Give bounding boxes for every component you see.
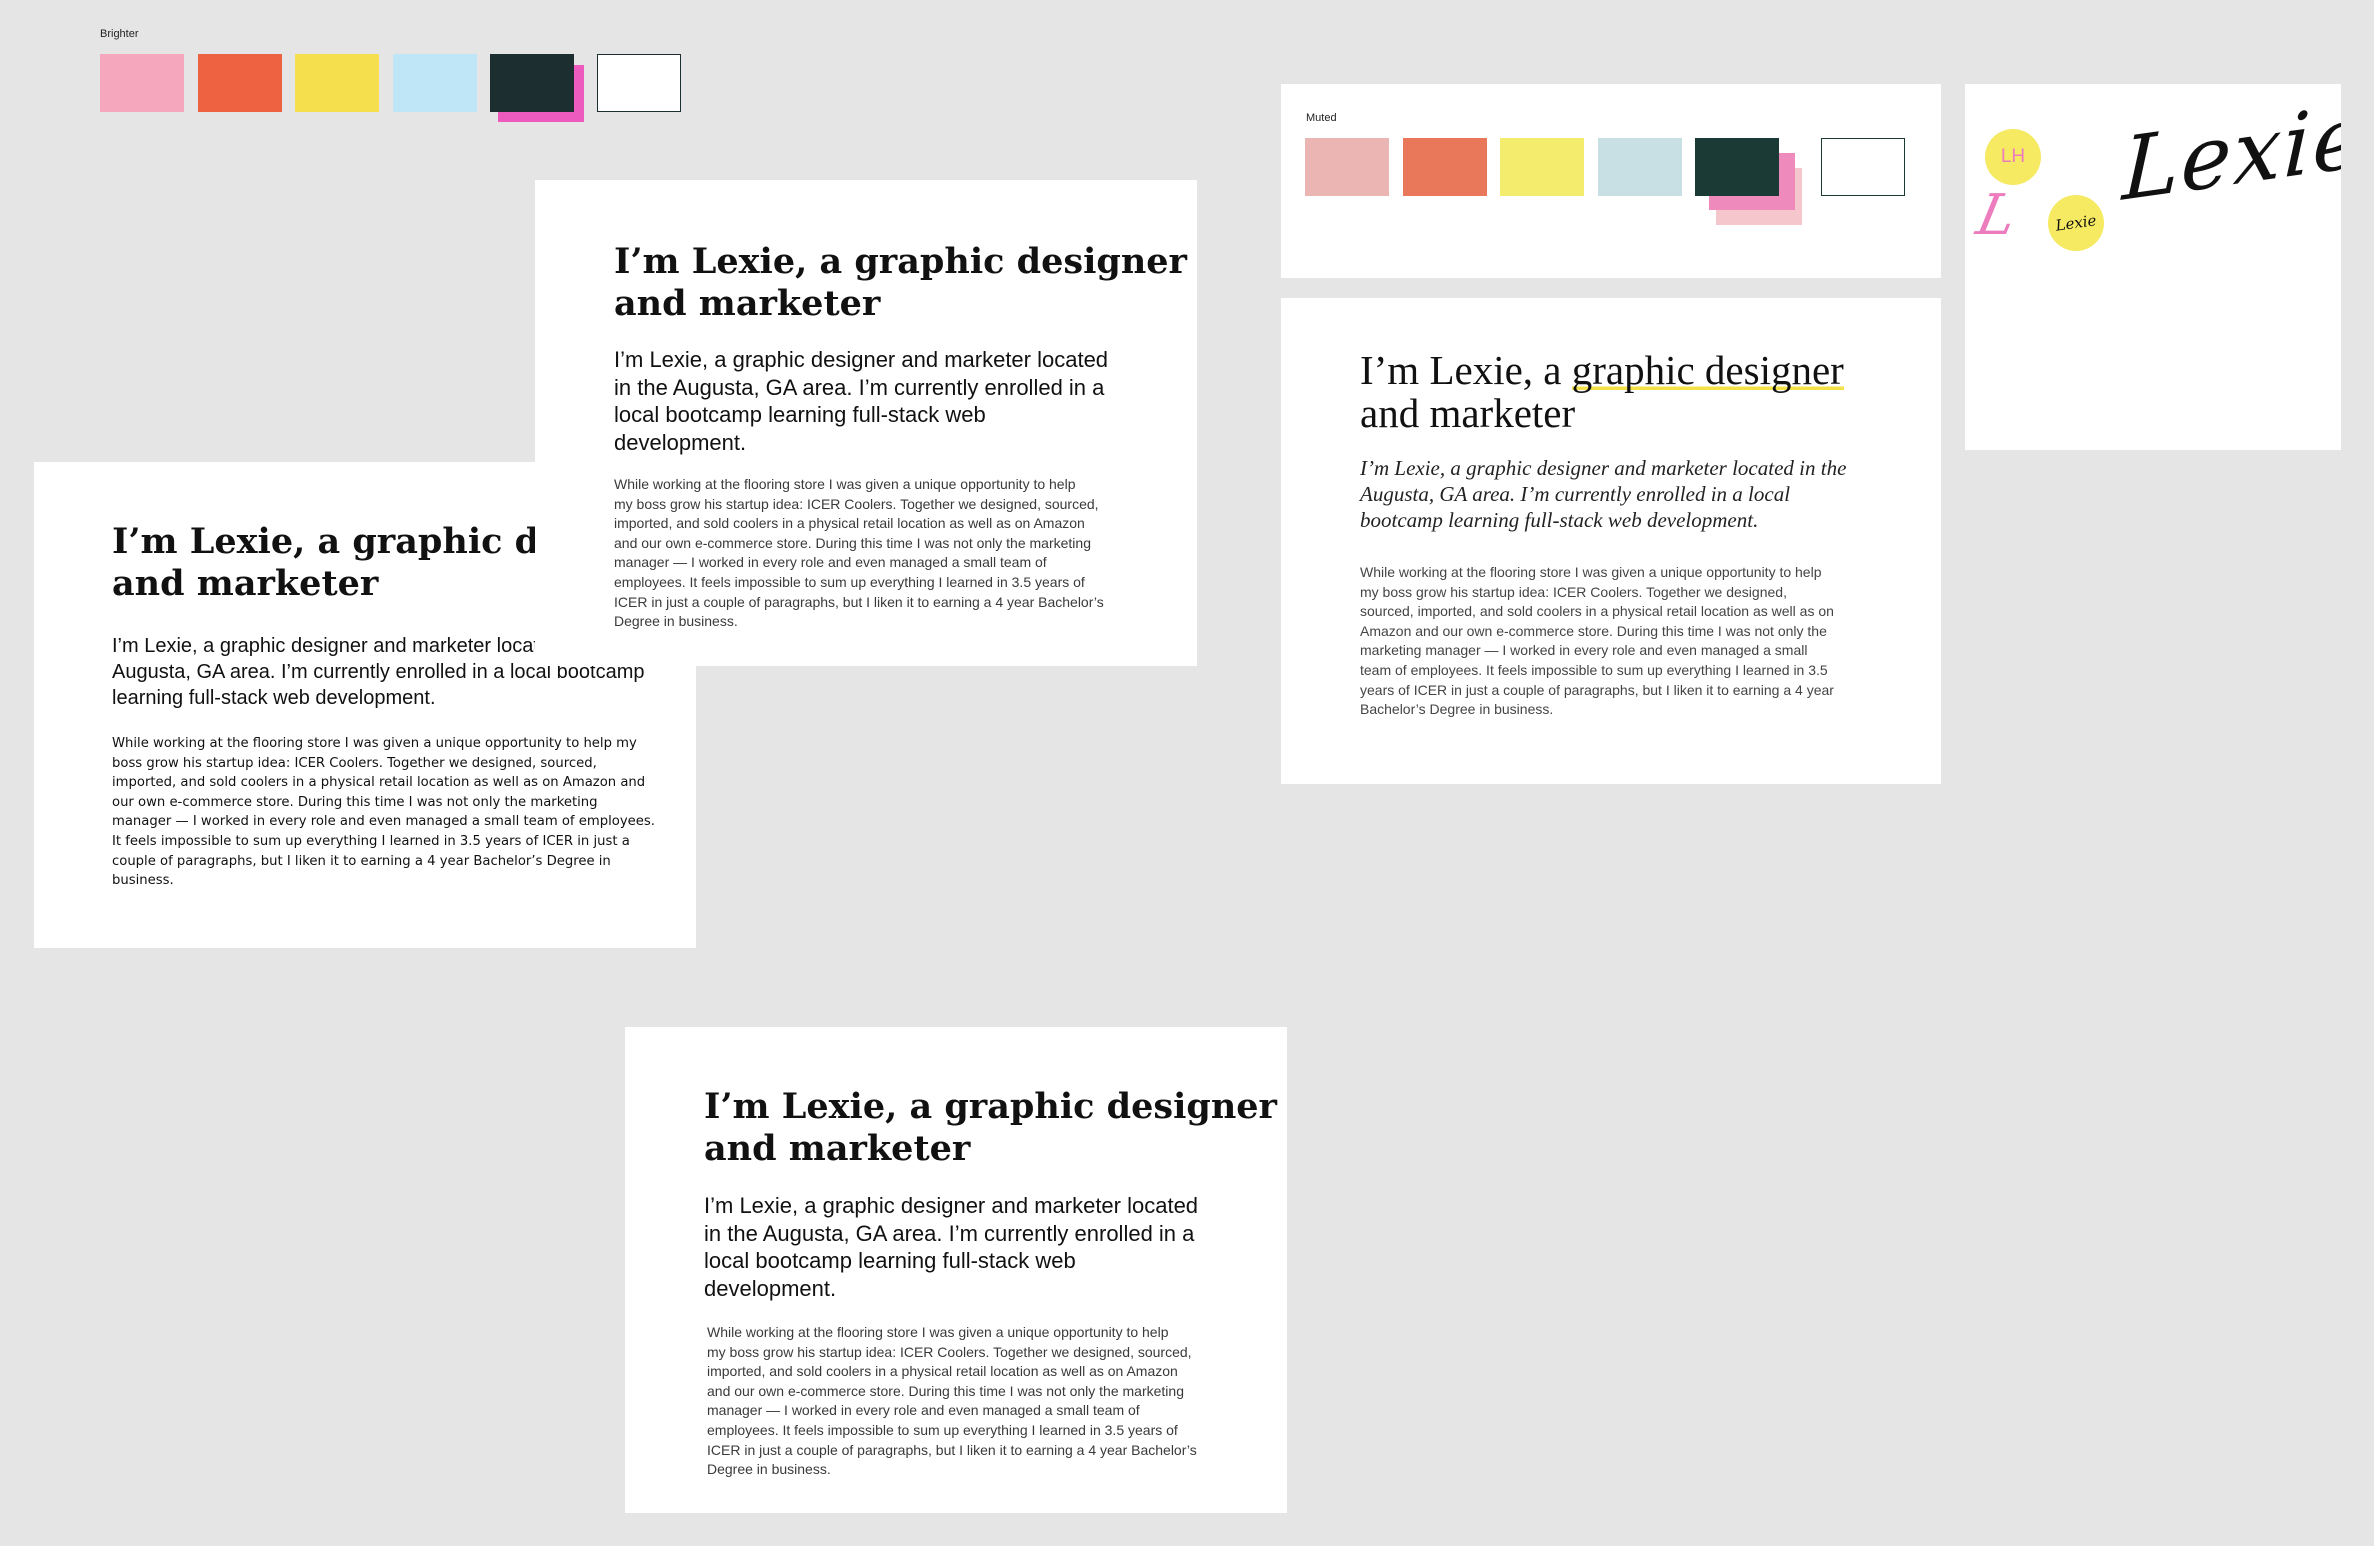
muted-swatch-orange[interactable]	[1403, 138, 1487, 196]
card-a-overlay-lead-line: I’m Lexie, a graphic designer and market…	[614, 347, 1109, 372]
card-c-headline: I’m Lexie, a graphic designer and market…	[1360, 347, 1844, 436]
type-specimen-card-c[interactable]: I’m Lexie, a graphic designer and market…	[1281, 298, 1941, 784]
card-d-body-line: employees. It feels impossible to sum up…	[707, 1421, 1178, 1438]
card-d-lead-line: local bootcamp learning full-stack web	[704, 1248, 1076, 1273]
card-c-lead: I’m Lexie, a graphic designer and market…	[1360, 455, 1846, 533]
card-c-headline-line-2: and marketer	[1360, 390, 1576, 436]
card-a-overlay-body-line: imported, and sold coolers in a physical…	[614, 515, 1085, 532]
muted-swatch-yellow[interactable]	[1500, 138, 1584, 196]
card-a-overlay-body-line: ICER in just a couple of paragraphs, but…	[614, 593, 1104, 610]
card-d-body-line: Degree in business.	[707, 1461, 831, 1478]
card-b-lead-line: learning full-stack web development.	[112, 687, 436, 709]
card-c-lead-line: bootcamp learning full-stack web develop…	[1360, 508, 1759, 532]
muted-palette-label: Muted	[1306, 112, 1337, 124]
lexie-wordmark: Lexie	[2120, 85, 2341, 222]
card-b-body-line: our own e-commerce store. During this ti…	[112, 794, 598, 810]
card-a-overlay-body-line: employees. It feels impossible to sum up…	[614, 573, 1085, 590]
card-d-lead: I’m Lexie, a graphic designer and market…	[704, 1192, 1198, 1302]
card-a-overlay-body: While working at the flooring store I wa…	[614, 475, 1104, 632]
card-a-overlay-lead-line: development.	[614, 429, 747, 455]
card-a-overlay-body-line: While working at the flooring store I wa…	[614, 476, 1076, 492]
card-b-body-line: business.	[112, 873, 174, 889]
muted-palette-card[interactable]: Muted	[1281, 84, 1941, 278]
card-a-overlay-headline-line-2: and marketer	[614, 283, 881, 324]
type-specimen-card-d[interactable]: I’m Lexie, a graphic designer and market…	[625, 1027, 1287, 1513]
card-a-overlay-body-line: Degree in business.	[614, 613, 738, 630]
card-c-body: While working at the flooring store I wa…	[1360, 563, 1834, 720]
brighter-swatch-pink[interactable]	[100, 54, 184, 112]
script-initial-mark: L	[1971, 183, 2023, 248]
card-a-overlay-lead: I’m Lexie, a graphic designer and market…	[614, 346, 1108, 456]
card-d-body: While working at the flooring store I wa…	[707, 1323, 1197, 1480]
card-a-overlay-lead-line: local bootcamp learning full-stack web	[614, 402, 986, 427]
card-d-body-line: and our own e-commerce store. During thi…	[707, 1382, 1184, 1399]
card-b-body: While working at the flooring store I wa…	[112, 734, 655, 891]
muted-swatch-dark-green[interactable]	[1695, 138, 1779, 196]
card-a-overlay-lead-line: in the Augusta, GA area. I’m currently e…	[614, 374, 1105, 400]
card-d-body-line: ICER in just a couple of paragraphs, but…	[707, 1441, 1197, 1458]
card-d-lead-line: in the Augusta, GA area. I’m currently e…	[704, 1220, 1195, 1246]
card-a-overlay-body-line: my boss grow his startup idea: ICER Cool…	[614, 495, 1099, 512]
muted-swatch-white[interactable]	[1821, 138, 1905, 196]
brighter-swatch-orange[interactable]	[198, 54, 282, 112]
muted-swatch-pink[interactable]	[1305, 138, 1389, 196]
brighter-swatch-white[interactable]	[597, 54, 681, 112]
card-b-body-line: manager — I worked in every role and eve…	[112, 814, 655, 830]
card-b-headline-line-2: and marketer	[112, 563, 379, 604]
card-c-body-line: sourced, imported, and sold coolers in a…	[1360, 603, 1834, 620]
card-c-body-line: Amazon and our own e-commerce store. Dur…	[1360, 622, 1827, 639]
brighter-palette-label: Brighter	[100, 28, 139, 40]
card-b-body-line: It feels impossible to sum up everything…	[112, 833, 630, 849]
card-d-headline: I’m Lexie, a graphic designer and market…	[704, 1086, 1277, 1170]
card-c-headline-line-1: I’m Lexie, a graphic designer	[1360, 347, 1844, 393]
card-a-overlay-headline-line-1: I’m Lexie, a graphic designer	[614, 241, 1187, 282]
brighter-swatch-yellow[interactable]	[295, 54, 379, 112]
card-c-body-line: years of ICER in just a couple of paragr…	[1360, 681, 1834, 698]
card-d-body-line: manager — I worked in every role and eve…	[707, 1402, 1140, 1419]
card-a-overlay-body-line: and our own e-commerce store. During thi…	[614, 534, 1091, 551]
brighter-swatch-light-blue[interactable]	[393, 54, 477, 112]
logo-card[interactable]: LH L Lexie Lexie	[1965, 84, 2341, 450]
card-d-lead-line: development.	[704, 1275, 837, 1301]
card-d-headline-line-2: and marketer	[704, 1128, 971, 1169]
card-d-headline-line-1: I’m Lexie, a graphic designer	[704, 1086, 1277, 1127]
card-b-body-line: imported, and sold coolers in a physical…	[112, 775, 646, 791]
card-c-body-line: team of employees. It feels impossible t…	[1360, 661, 1828, 678]
card-b-body-line: boss grow his startup idea: ICER Coolers…	[112, 755, 597, 771]
card-c-headline-highlight: graphic designer	[1571, 347, 1844, 393]
card-b-body-line: While working at the flooring store I wa…	[112, 736, 637, 751]
wordmark-badge-text: Lexie	[2054, 211, 2098, 235]
brighter-swatch-dark-teal[interactable]	[490, 54, 574, 112]
card-c-body-line: While working at the flooring store I wa…	[1360, 564, 1822, 580]
card-d-body-line: my boss grow his startup idea: ICER Cool…	[707, 1343, 1192, 1360]
card-c-lead-line: Augusta, GA area. I’m currently enrolled…	[1360, 482, 1791, 506]
card-c-body-line: marketing manager — I worked in every ro…	[1360, 642, 1808, 659]
monogram-text: LH	[2000, 146, 2026, 167]
card-d-lead-line: I’m Lexie, a graphic designer and market…	[704, 1193, 1199, 1218]
card-c-body-line: Bachelor’s Degree in business.	[1360, 701, 1554, 718]
card-d-body-line: imported, and sold coolers in a physical…	[707, 1363, 1178, 1380]
muted-swatch-light-blue[interactable]	[1598, 138, 1682, 196]
card-c-lead-line: I’m Lexie, a graphic designer and market…	[1360, 456, 1847, 480]
card-d-body-line: While working at the flooring store I wa…	[707, 1324, 1169, 1340]
card-c-headline-prefix: I’m Lexie, a	[1360, 347, 1572, 393]
card-a-overlay-headline: I’m Lexie, a graphic designer and market…	[614, 241, 1187, 325]
card-b-body-line: couple of paragraphs, but I liken it to …	[112, 853, 611, 869]
type-specimen-card-a-overlay[interactable]: I’m Lexie, a graphic designer and market…	[535, 180, 1197, 666]
card-a-overlay-body-line: manager — I worked in every role and eve…	[614, 554, 1047, 571]
card-c-body-line: my boss grow his startup idea: ICER Cool…	[1360, 583, 1787, 600]
